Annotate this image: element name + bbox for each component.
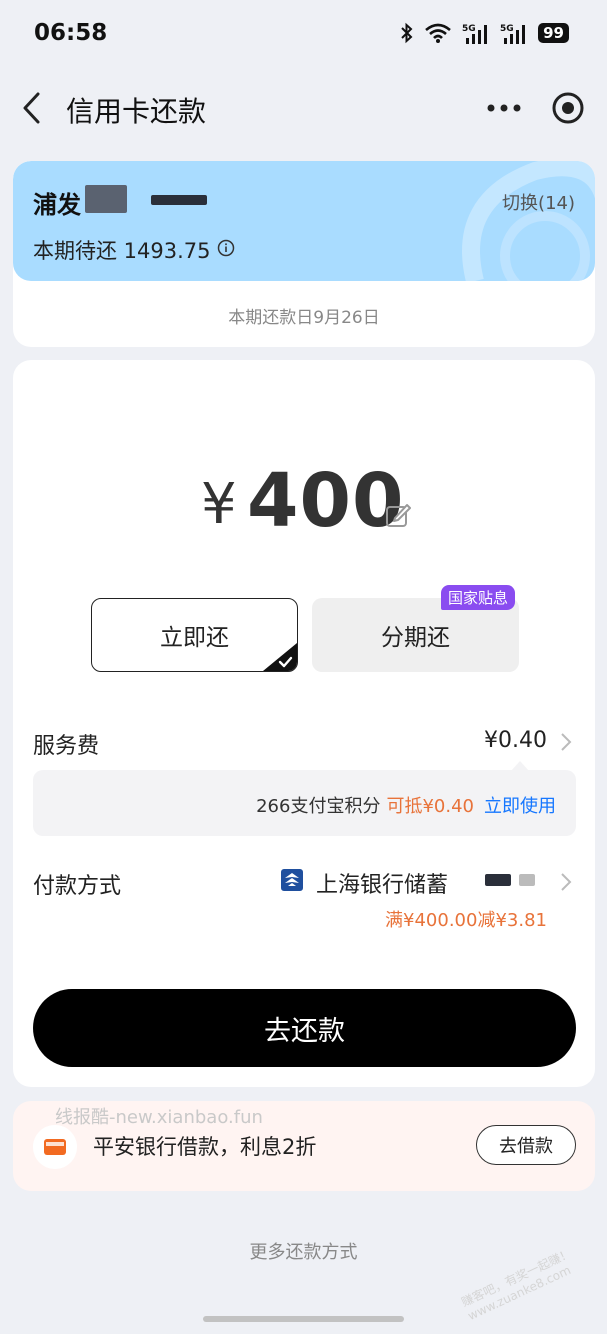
page-title: 信用卡还款 [66,95,207,128]
loan-promo-card[interactable]: 线报酷-new.xianbao.fun 平安银行借款，利息2折 去借款 [13,1101,595,1191]
service-fee-value[interactable]: ¥0.40 [484,728,547,753]
loan-promo-text: 平安银行借款，利息2折 [93,1135,317,1159]
currency-symbol: ¥ [201,472,237,537]
wifi-icon [425,23,451,43]
payment-method-label: 付款方式 [33,874,122,899]
payment-bank-name[interactable]: 上海银行储蓄 [316,867,448,899]
signal-5g-icon: 5G [462,24,488,44]
more-repay-methods-link[interactable]: 更多还款方式 [0,1238,607,1264]
borrow-button[interactable]: 去借款 [476,1125,576,1165]
card-decoration [462,161,595,281]
nav-bar: 信用卡还款 [0,72,607,146]
current-due-amount: 本期待还 1493.75 [33,239,211,263]
signal-5g-icon-2: 5G [500,24,526,44]
payment-chevron-icon[interactable] [559,871,573,893]
watermark-text: 线报酷-new.xianbao.fun [55,1107,263,1128]
points-text: 266支付宝积分 可抵¥0.40 立即使用 [256,792,556,818]
more-options-icon[interactable] [484,98,524,118]
card-bank-name: 浦发 [33,191,81,219]
home-indicator[interactable] [203,1316,404,1322]
back-arrow-icon[interactable] [18,90,48,126]
bluetooth-icon [401,22,413,44]
info-icon[interactable] [217,239,235,257]
repay-panel: ¥ 400 立即还 分期还 国家贴息 服务费 ¥0.40 266支付宝积分 可抵¥… [13,360,595,1087]
credit-card-summary: 浦发 切换(14) 本期待还 1493.75 本期还款日9月26日 [13,161,595,347]
points-deduction-box: 266支付宝积分 可抵¥0.40 立即使用 [33,770,576,836]
close-miniprogram-icon[interactable] [550,90,586,126]
card-header[interactable]: 浦发 切换(14) 本期待还 1493.75 [13,161,595,281]
masked-account-number-2 [519,874,535,886]
use-points-link[interactable]: 立即使用 [484,796,556,817]
points-balance: 266支付宝积分 [256,796,381,817]
submit-repay-button[interactable]: 去还款 [33,989,576,1067]
status-bar: 06:58 5G 5G 99 [0,0,607,72]
battery-indicator: 99 [538,23,569,43]
svg-text:5G: 5G [500,24,514,34]
repay-now-label: 立即还 [160,625,229,651]
repay-now-option[interactable]: 立即还 [91,598,298,672]
service-fee-label: 服务费 [33,734,100,759]
masked-account-number [485,874,511,886]
switch-card-link[interactable]: 切换(14) [502,189,575,215]
service-fee-chevron-icon[interactable] [559,731,573,753]
status-icons: 5G 5G 99 [400,22,569,44]
masked-card-name [85,185,127,213]
edit-icon[interactable] [385,502,411,528]
payment-promo: 满¥400.00减¥3.81 [385,910,547,931]
bank-of-shanghai-logo-icon [281,869,303,891]
masked-card-number [151,195,207,205]
installment-label: 分期还 [381,625,450,651]
status-time: 06:58 [34,20,108,46]
subsidy-badge: 国家贴息 [441,585,516,610]
ping-an-bank-logo-icon [33,1125,77,1169]
due-date: 本期还款日9月26日 [228,308,380,328]
repay-amount[interactable]: 400 [247,458,404,544]
points-deduct-amount: 可抵¥0.40 [386,796,474,817]
selected-check-icon [263,643,297,671]
svg-text:5G: 5G [462,24,476,34]
